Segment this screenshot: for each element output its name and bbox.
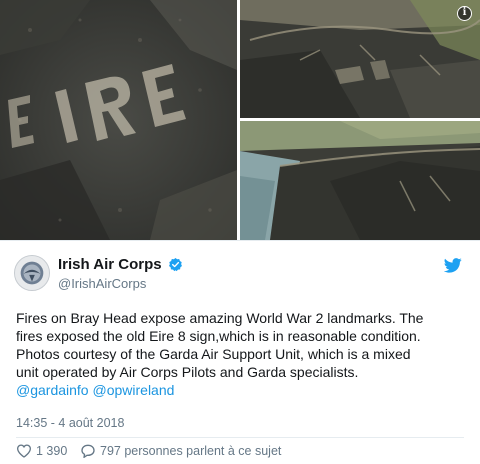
tweet-text-line: unit operated by Air Corps Pilots and Ga… [16,364,359,380]
info-icon[interactable]: i [457,6,472,21]
mention-link-opwireland[interactable]: @opwireland [92,382,174,398]
mention-link-gardainfo[interactable]: @gardainfo [16,382,89,398]
tweet-text: Fires on Bray Head expose amazing World … [16,309,476,399]
air-corps-crest-icon [15,256,49,290]
tweet-media-grid: i [0,0,480,240]
photo-eire-sign-image [0,0,237,240]
photo-hillside-bottom[interactable] [240,121,480,240]
avatar[interactable] [14,255,50,291]
user-handle[interactable]: @IrishAirCorps [58,276,146,291]
photo-hillside-top[interactable]: i [240,0,480,118]
tweet-text-line: fires exposed the old Eire 8 sign,which … [16,328,421,344]
like-count: 1 390 [36,444,68,458]
photo-eire-sign[interactable] [0,0,237,240]
photo-hillside-bottom-image [240,121,480,240]
verified-badge-icon [169,257,182,272]
speech-bubble-icon [81,444,95,458]
divider [16,437,464,438]
like-button[interactable]: 1 390 [16,442,76,460]
tweet-text-line: Photos courtesy of the Garda Air Support… [16,346,411,362]
display-name[interactable]: Irish Air Corps [58,256,162,273]
reply-count-text: 797 personnes parlent à ce sujet [100,444,282,458]
photo-hillside-top-image [240,0,480,118]
tweet-card: Irish Air Corps @IrishAirCorps Fires on … [0,240,480,464]
tweet-mentions-line: @gardainfo @opwireland [16,381,476,399]
tweet-timestamp[interactable]: 14:35 - 4 août 2018 [16,416,124,430]
twitter-bird-icon[interactable] [444,258,462,273]
reply-button[interactable]: 797 personnes parlent à ce sujet [80,442,340,460]
tweet-text-line: Fires on Bray Head expose amazing World … [16,310,424,326]
heart-icon [16,444,32,458]
